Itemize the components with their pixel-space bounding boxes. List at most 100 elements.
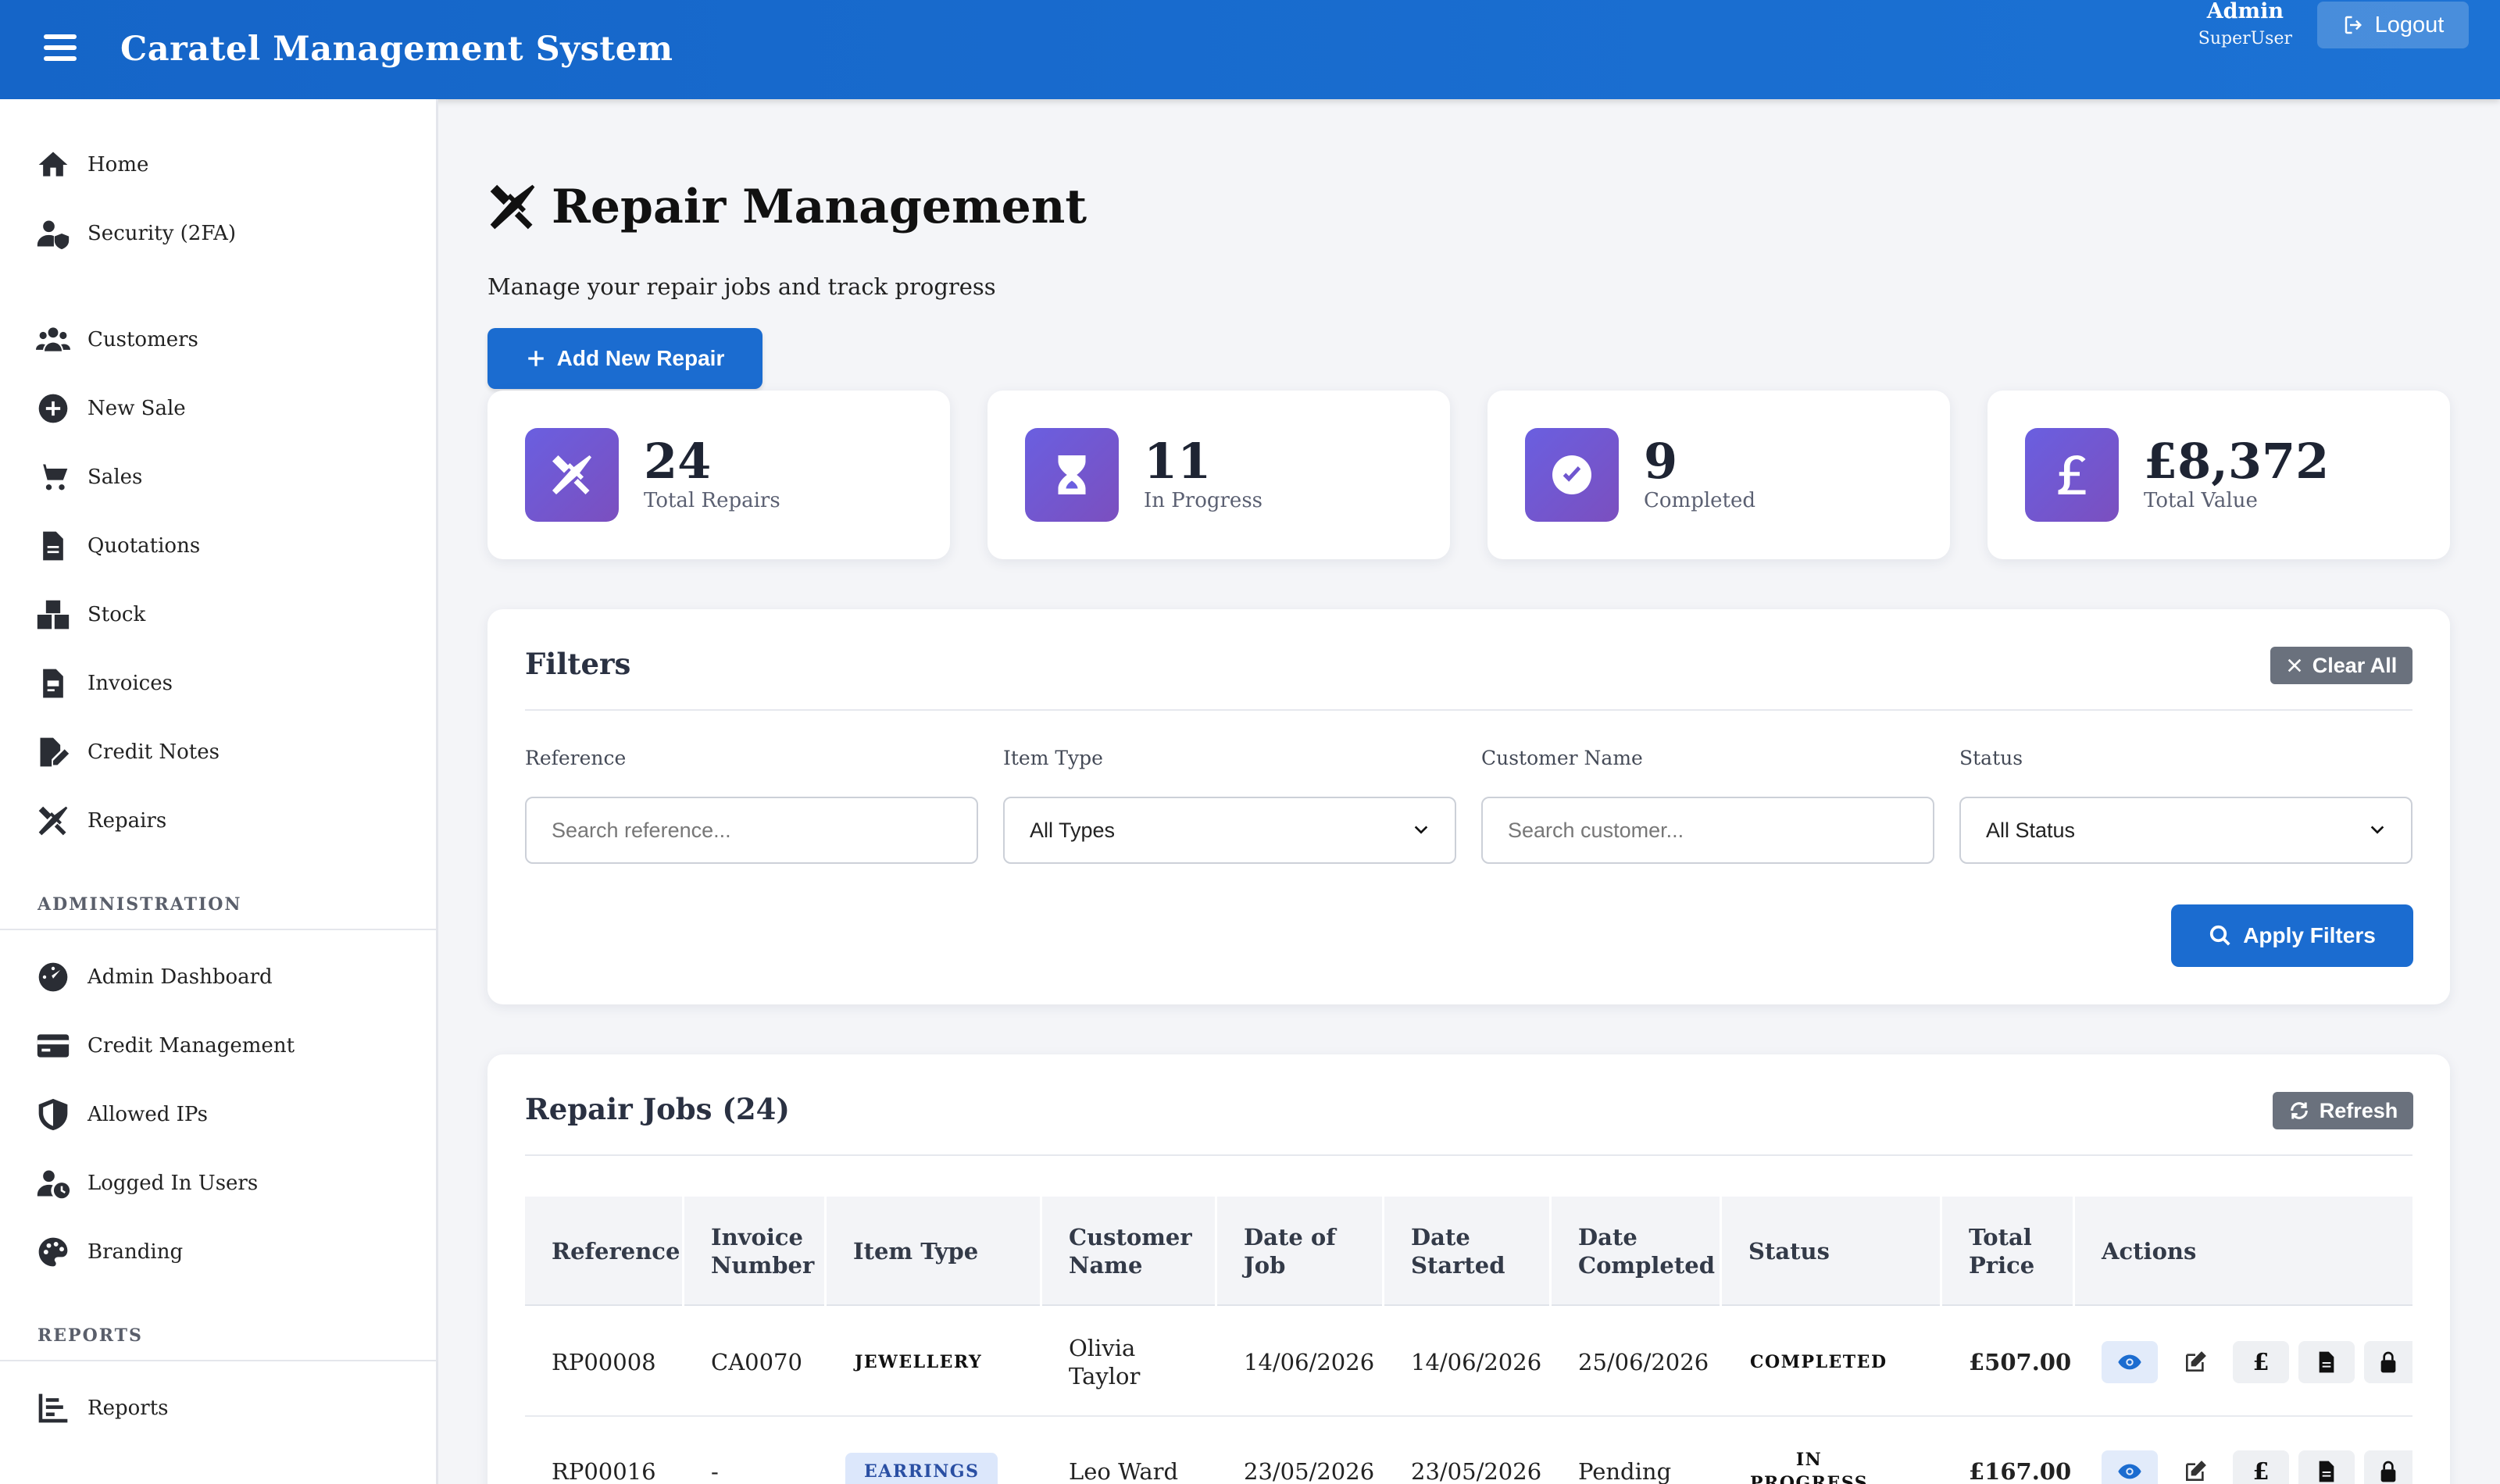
stat-card-in-progress: 11 In Progress (988, 391, 1450, 559)
status-badge: IN PROGRESS (1750, 1450, 1869, 1484)
stat-value: 24 (644, 433, 712, 490)
table-header: Reference Invoice Number Item Type Custo… (525, 1197, 2412, 1306)
sidebar-item-logged-in-users[interactable]: Logged In Users (34, 1160, 258, 1207)
column-header-date-started[interactable]: Date Started (1384, 1197, 1552, 1306)
refresh-label: Refresh (2319, 1098, 2398, 1122)
chart-icon (34, 1389, 72, 1427)
cell-price: £507.00 (1969, 1349, 2072, 1375)
sidebar-item-label: Quotations (88, 534, 201, 558)
users-icon (34, 321, 72, 359)
divider (0, 1360, 436, 1361)
lock-button[interactable] (2364, 1341, 2412, 1383)
edit-button[interactable] (2167, 1341, 2223, 1383)
sidebar-item-new-sale[interactable]: New Sale (34, 385, 186, 432)
search-icon (2210, 925, 2230, 946)
cell-date-job: 23/05/2026 (1244, 1458, 1375, 1484)
sidebar-item-home[interactable]: Home (34, 141, 148, 188)
column-header-invoice-number[interactable]: Invoice Number (684, 1197, 827, 1306)
lock-button[interactable] (2364, 1450, 2412, 1484)
view-button[interactable] (2102, 1450, 2158, 1484)
column-header-item-type[interactable]: Item Type (827, 1197, 1042, 1306)
stat-label: Completed (1644, 489, 1756, 512)
sidebar-item-quotations[interactable]: Quotations (34, 523, 200, 569)
section-label-administration: ADMINISTRATION (38, 894, 242, 915)
column-header-date-of-job[interactable]: Date of Job (1217, 1197, 1384, 1306)
sidebar-item-label: New Sale (88, 397, 186, 420)
stat-value: £8,372 (2144, 433, 2330, 490)
customer-search-input[interactable]: Search customer... (1481, 797, 1934, 864)
reference-search-input[interactable]: Search reference... (525, 797, 978, 864)
item-type-badge: JEWELLERY (855, 1352, 983, 1372)
tools-icon (490, 184, 535, 230)
cell-date-completed: Pending (1578, 1458, 1672, 1484)
sidebar-item-invoices[interactable]: Invoices (34, 660, 173, 707)
cell-date-started: 23/05/2026 (1411, 1458, 1542, 1484)
invoice-button[interactable] (2298, 1450, 2355, 1484)
user-role: SuperUser (2198, 29, 2292, 48)
column-header-reference[interactable]: Reference (525, 1197, 684, 1306)
cart-icon (34, 458, 72, 496)
user-name: Admin (2206, 0, 2284, 23)
sidebar-item-branding[interactable]: Branding (34, 1229, 183, 1275)
page-subtitle: Manage your repair jobs and track progre… (488, 273, 996, 300)
palette-icon (34, 1233, 72, 1271)
sidebar-item-customers[interactable]: Customers (34, 316, 198, 363)
column-header-customer-name[interactable]: Customer Name (1042, 1197, 1217, 1306)
sidebar-item-reports[interactable]: Reports (34, 1385, 168, 1432)
sidebar-item-security[interactable]: Security (2FA) (34, 210, 236, 257)
logout-button[interactable]: Logout (2317, 2, 2469, 48)
table-row[interactable]: RP00016 - EARRINGS Leo Ward 23/05/2026 2… (525, 1417, 2412, 1484)
cell-date-started: 14/06/2026 (1411, 1349, 1542, 1375)
sidebar-item-label: Reports (88, 1397, 169, 1420)
sidebar-item-label: Home (88, 153, 149, 177)
sidebar-item-label: Repairs (88, 809, 167, 833)
page-title: Repair Management (486, 180, 1087, 234)
page-title-text: Repair Management (552, 180, 1088, 234)
column-header-actions: Actions (2102, 1238, 2197, 1265)
payment-button[interactable]: £ (2233, 1341, 2289, 1383)
column-header-date-completed[interactable]: Date Completed (1552, 1197, 1722, 1306)
cell-price: £167.00 (1969, 1458, 2072, 1484)
apply-filters-button[interactable]: Apply Filters (2171, 904, 2413, 967)
customer-name-label: Customer Name (1481, 747, 1643, 769)
sidebar-item-stock[interactable]: Stock (34, 591, 145, 638)
cell-date-job: 14/06/2026 (1244, 1349, 1375, 1375)
item-type-select[interactable]: All Types (1003, 797, 1456, 864)
sidebar-item-label: Admin Dashboard (88, 965, 273, 989)
sidebar-item-allowed-ips[interactable]: Allowed IPs (34, 1091, 208, 1138)
hamburger-menu-icon[interactable] (44, 34, 77, 61)
stat-label: Total Value (2144, 489, 2258, 512)
status-select[interactable]: All Status (1959, 797, 2412, 864)
pound-icon: £ (2252, 1457, 2270, 1484)
view-button[interactable] (2102, 1341, 2158, 1383)
table-row[interactable]: RP00008 CA0070 JEWELLERY Olivia Taylor 1… (525, 1307, 2412, 1417)
file-icon (34, 527, 72, 565)
add-new-repair-label: Add New Repair (556, 346, 725, 370)
cell-invoice: - (711, 1458, 719, 1484)
edit-button[interactable] (2167, 1450, 2223, 1484)
sidebar-item-sales[interactable]: Sales (34, 454, 142, 501)
user-info: Admin SuperUser (2198, 0, 2292, 55)
user-clock-icon (34, 1165, 72, 1202)
sidebar-item-admin-dashboard[interactable]: Admin Dashboard (34, 954, 273, 1001)
shield-icon (34, 1096, 72, 1133)
clear-all-button[interactable]: Clear All (2270, 647, 2412, 684)
sidebar-item-credit-notes[interactable]: Credit Notes (34, 729, 220, 776)
repair-jobs-panel: Repair Jobs (24) Refresh Reference Invoi… (488, 1054, 2450, 1484)
cell-invoice: CA0070 (711, 1349, 802, 1375)
column-header-total-price[interactable]: Total Price (1942, 1197, 2075, 1306)
sidebar-item-credit-management[interactable]: Credit Management (34, 1022, 295, 1069)
refresh-button[interactable]: Refresh (2273, 1092, 2413, 1129)
sidebar-item-repairs[interactable]: Repairs (34, 797, 166, 844)
sidebar-item-label: Stock (88, 603, 146, 626)
column-header-status[interactable]: Status (1722, 1197, 1942, 1306)
divider (525, 1154, 2412, 1156)
top-header: Caratel Management System Admin SuperUse… (0, 0, 2500, 99)
add-new-repair-button[interactable]: Add New Repair (488, 328, 762, 389)
stat-value: 11 (1144, 433, 1212, 490)
invoice-button[interactable] (2298, 1341, 2355, 1383)
item-type-value: All Types (1030, 818, 1116, 842)
cell-reference: RP00008 (552, 1349, 656, 1375)
payment-button[interactable]: £ (2233, 1450, 2289, 1484)
stat-card-total-repairs: 24 Total Repairs (488, 391, 950, 559)
